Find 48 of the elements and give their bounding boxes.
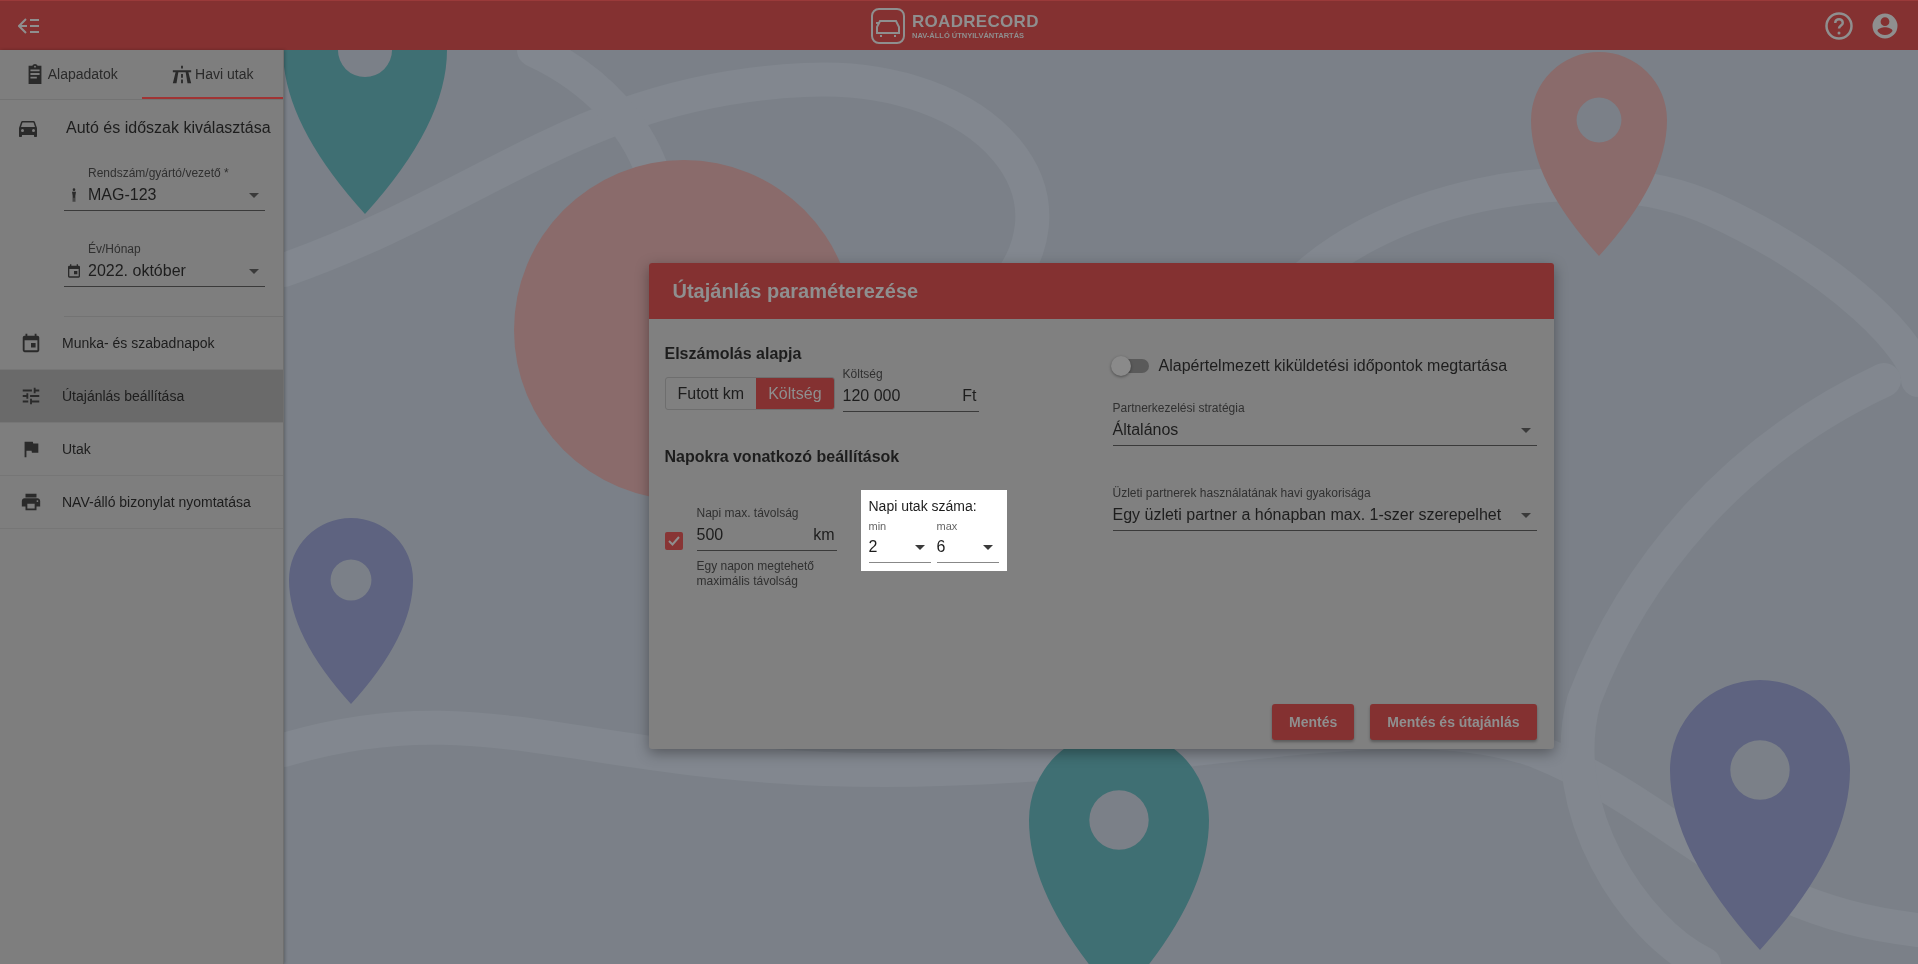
caret-icon — [249, 268, 259, 274]
printer-icon — [20, 491, 42, 513]
section-title: Autó és időszak kiválasztása — [66, 119, 271, 137]
select-field[interactable]: MAG-123 — [64, 184, 265, 211]
sliders-icon — [20, 385, 42, 407]
field-label: Partnerkezelési stratégia — [1112, 401, 1246, 415]
sidebar-tab[interactable]: Alapadatok — [0, 50, 142, 99]
field-label: Év/Hónap — [87, 242, 142, 256]
select-field[interactable]: 2 — [868, 538, 931, 563]
toggle-switch[interactable] — [1112, 359, 1149, 373]
select-field[interactable]: 6 — [936, 538, 999, 563]
sidebar-item[interactable]: NAV-álló bizonylat nyomtatása — [0, 476, 283, 529]
input-field[interactable]: 500 km — [696, 526, 837, 551]
save-button[interactable]: Mentés és útajánlás — [1370, 704, 1537, 740]
field-label: Napi max. távolság — [696, 506, 800, 520]
menu-back-icon[interactable] — [18, 17, 40, 34]
field-hint: Egy napon megtehető maximális távolság — [696, 559, 815, 589]
section-heading: Napokra vonatkozó beállítások — [664, 448, 901, 466]
select-field[interactable]: 2022. október — [64, 260, 265, 287]
logo-title: ROADRECORD — [912, 12, 1039, 31]
caret-icon — [249, 192, 259, 198]
section-heading: Elszámolás alapja — [664, 345, 803, 363]
save-button[interactable]: Mentés — [1272, 704, 1355, 740]
field-label: max — [936, 520, 959, 532]
select-field[interactable]: Egy üzleti partner a hónapban max. 1-szer szerepelhet — [1112, 506, 1537, 531]
toggle-option[interactable]: Költség — [756, 378, 834, 409]
caret-icon — [1520, 512, 1531, 518]
toggle-option[interactable]: Futott km — [665, 378, 757, 409]
field-label: Költség — [842, 367, 884, 381]
switch-label: Alapértelmezett kiküldetési időpontok megtartása — [1158, 357, 1508, 375]
calendar-icon — [66, 263, 82, 279]
caret-icon — [982, 544, 993, 550]
calendar-icon — [20, 332, 42, 354]
sidebar-item[interactable]: Utak — [0, 423, 283, 476]
field-label: min — [868, 520, 888, 532]
dialog-title: Útajánlás paraméterezése — [672, 279, 919, 303]
caret-icon — [914, 544, 925, 550]
trips-title: Napi utak száma: — [868, 498, 978, 514]
input-field[interactable]: 120 000 Ft — [842, 387, 979, 412]
select-field[interactable]: Általános — [1112, 421, 1537, 446]
caret-icon — [1520, 427, 1531, 433]
help-icon[interactable] — [1824, 10, 1854, 41]
logo-icon — [870, 7, 906, 45]
sidebar-item[interactable]: Útajánlás beállítása — [0, 370, 283, 423]
field-label: Üzleti partnerek használatának havi gyakorisága — [1112, 486, 1372, 500]
checkbox[interactable] — [664, 532, 683, 550]
field-label: Rendszám/gyártó/vezető * — [87, 166, 230, 180]
check-icon — [667, 536, 680, 546]
